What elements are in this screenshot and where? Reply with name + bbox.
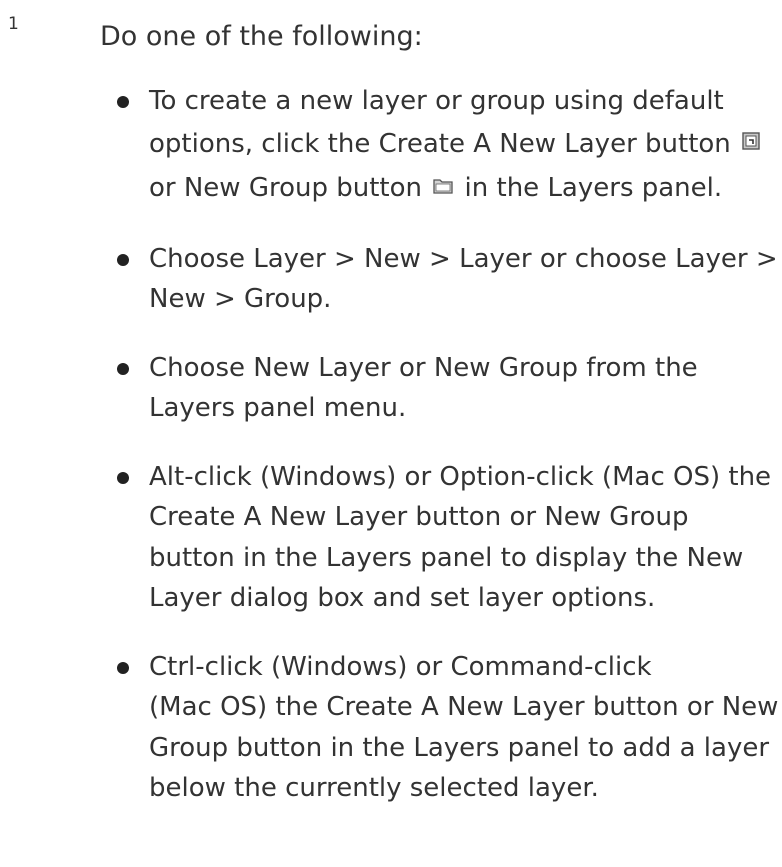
list-item-text-line: Create A New Layer button or New Group: [149, 502, 689, 532]
list-item-text-line: Layer dialog box and set layer options.: [149, 583, 656, 613]
list-item-text-line: options, click the Create A New Layer bu…: [149, 122, 782, 167]
bullet-dot-icon: [117, 96, 129, 108]
bullet-dot-icon: [117, 362, 129, 375]
step-intro-text: Do one of the following:: [100, 21, 423, 52]
options-bullet-list: To create a new layer or group using def…: [115, 81, 782, 837]
bullet-dot-icon: [117, 471, 129, 484]
new-layer-icon: [742, 122, 760, 163]
bullet-dot-icon: [117, 253, 129, 266]
list-item: Choose New Layer or New Group from the L…: [115, 348, 782, 429]
list-item-text-segment: in the Layers panel.: [464, 172, 723, 203]
list-item: Alt-click (Windows) or Option-click (Mac…: [115, 457, 782, 619]
list-item-text-line: or New Group button in the Layers panel.: [149, 166, 782, 211]
list-item-text-line: button in the Layers panel to display th…: [149, 542, 744, 573]
list-item-text-line: To create a new layer or group using def…: [149, 86, 724, 116]
list-item-text-line: Alt-click (Windows) or Option-click (Mac…: [149, 461, 772, 492]
list-item: Ctrl-click (Windows) or Command-click (M…: [115, 647, 782, 809]
list-item-text-segment: options, click the Create A New Layer bu…: [149, 128, 731, 159]
list-item-text-line: New > Group.: [149, 284, 332, 314]
list-item: Choose Layer > New > Layer or choose Lay…: [115, 239, 782, 320]
list-item: To create a new layer or group using def…: [115, 81, 782, 211]
list-item-text-line: Choose New Layer or New Group from the: [149, 352, 698, 383]
step-number: 1: [8, 14, 19, 34]
bullet-dot-icon: [117, 661, 129, 674]
list-item-text-line: Layers panel menu.: [149, 393, 407, 423]
list-item-text-line: Group button in the Layers panel to add …: [149, 732, 770, 763]
list-item-text-line: (Mac OS) the Create A New Layer button o…: [149, 692, 779, 722]
list-item-text-line: Choose Layer > New > Layer or choose Lay…: [149, 243, 778, 274]
list-item-text-segment: or New Group button: [149, 172, 423, 203]
new-group-folder-icon: [433, 166, 453, 207]
list-item-text-line: Ctrl-click (Windows) or Command-click: [149, 651, 652, 682]
list-item-text-line: below the currently selected layer.: [149, 773, 599, 803]
